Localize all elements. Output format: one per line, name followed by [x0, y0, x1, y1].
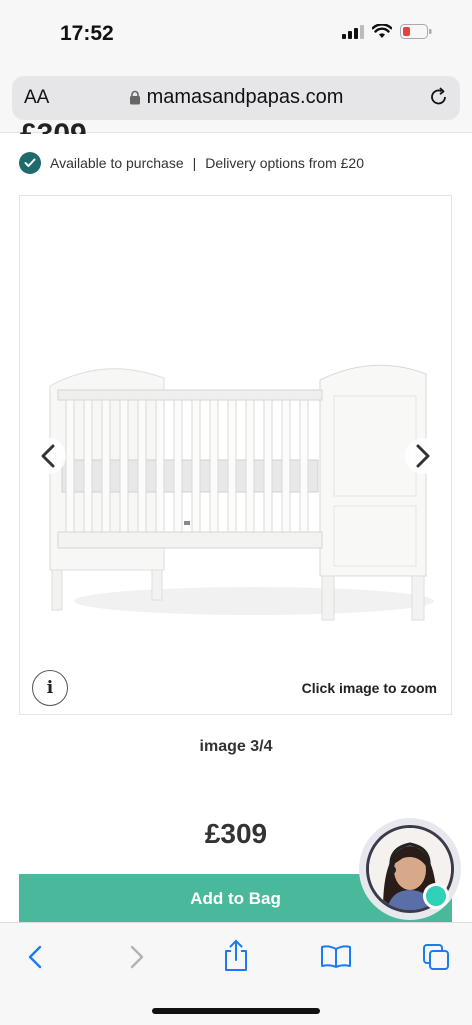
separator: | — [192, 155, 197, 171]
product-image-gallery[interactable]: i Click image to zoom — [19, 195, 452, 715]
status-bar: 17:52 — [0, 0, 472, 70]
wifi-icon — [372, 24, 392, 38]
share-icon[interactable] — [222, 939, 250, 973]
status-time: 17:52 — [60, 22, 114, 45]
chevron-left-icon — [41, 444, 55, 468]
forward-icon[interactable] — [128, 943, 146, 971]
price-scrolled-off: £309 — [20, 118, 87, 134]
info-icon: i — [46, 678, 54, 698]
home-indicator — [152, 1008, 320, 1014]
check-icon — [19, 152, 41, 174]
bookmarks-icon[interactable] — [320, 945, 352, 969]
online-status-dot — [423, 883, 449, 909]
chevron-right-icon — [416, 444, 430, 468]
tabs-icon[interactable] — [422, 943, 450, 971]
back-icon[interactable] — [26, 943, 44, 971]
gallery-next-button[interactable] — [405, 438, 441, 474]
chat-support-button[interactable] — [359, 818, 461, 920]
signal-icon — [342, 24, 364, 39]
image-counter: image 3/4 — [199, 738, 273, 755]
url-text: mamasandpapas.com — [146, 86, 344, 108]
zoom-hint: Click image to zoom — [301, 680, 437, 696]
status-icons — [342, 24, 432, 39]
reload-icon[interactable] — [428, 86, 450, 108]
availability-text: Available to purchase — [50, 155, 184, 171]
url-display[interactable]: mamasandpapas.com — [12, 86, 460, 109]
lock-icon — [129, 90, 140, 105]
info-button[interactable]: i — [32, 670, 68, 706]
delivery-link[interactable]: Delivery options from £20 — [205, 155, 364, 171]
product-image[interactable] — [44, 356, 434, 626]
battery-icon — [400, 24, 432, 39]
address-bar[interactable]: AA mamasandpapas.com — [12, 76, 460, 120]
gallery-prev-button[interactable] — [30, 438, 66, 474]
availability-row: Available to purchase | Delivery options… — [19, 152, 364, 174]
